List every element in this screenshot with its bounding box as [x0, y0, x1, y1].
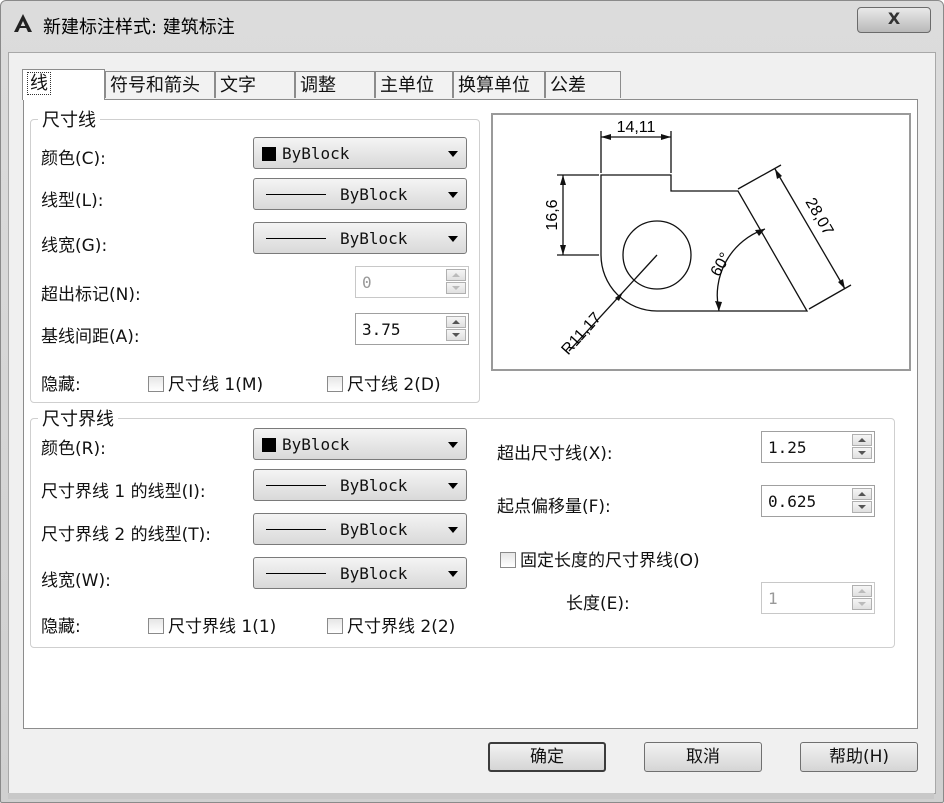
- chevron-down-icon: [448, 483, 458, 489]
- preview-shape-outline: [600, 174, 809, 312]
- suppress-ext-line-1-checkbox[interactable]: 尺寸界线 1(1): [148, 612, 276, 637]
- tab-tolerances[interactable]: 公差: [545, 71, 621, 98]
- line-sample: [266, 238, 326, 239]
- preview-pane: 14,11 16,6 28,07 60° R11,17: [491, 113, 911, 371]
- ext-line-group-title: 尺寸界线: [38, 405, 118, 431]
- ext-line-2-linetype-select[interactable]: ByBlock: [253, 513, 467, 545]
- chevron-down-icon: [448, 442, 458, 448]
- ext-line-lineweight-select[interactable]: ByBlock: [253, 557, 467, 589]
- bottom-edge: [8, 793, 934, 799]
- spin-down-icon[interactable]: [446, 282, 466, 294]
- spin-up-icon[interactable]: [852, 434, 872, 446]
- help-button[interactable]: 帮助(H): [800, 742, 918, 772]
- preview-dim-top-text: 14,11: [617, 119, 656, 136]
- spin-down-icon[interactable]: [852, 447, 872, 459]
- spin-down-icon[interactable]: [852, 598, 872, 610]
- fixed-length-ext-lines-checkbox[interactable]: 固定长度的尺寸界线(O): [500, 546, 700, 571]
- ext-line-color-label: 颜色(R):: [41, 439, 106, 459]
- tab-alternate-units[interactable]: 换算单位: [453, 71, 545, 98]
- origin-offset-label: 起点偏移量(F):: [497, 497, 611, 517]
- spin-down-icon[interactable]: [852, 501, 872, 513]
- extend-beyond-dim-stepper[interactable]: 1.25: [761, 431, 875, 463]
- checkbox-icon: [148, 618, 164, 634]
- chevron-down-icon: [448, 571, 458, 577]
- close-button[interactable]: X: [857, 7, 931, 33]
- preview-dim-left-text: 16,6: [544, 199, 561, 230]
- fixed-length-label: 长度(E):: [566, 594, 630, 614]
- title-bar: 新建标注样式: 建筑标注 X: [1, 1, 943, 49]
- dim-line-linetype-label: 线型(L):: [41, 191, 104, 211]
- checkbox-icon: [327, 618, 343, 634]
- line-sample: [266, 194, 326, 195]
- dim-line-group-title: 尺寸线: [38, 106, 100, 132]
- spin-up-icon[interactable]: [852, 585, 872, 597]
- line-sample: [266, 573, 326, 574]
- ok-button[interactable]: 确定: [488, 742, 606, 772]
- dim-line-linetype-select[interactable]: ByBlock: [253, 178, 467, 210]
- spin-up-icon[interactable]: [446, 269, 466, 281]
- color-swatch: [262, 147, 276, 161]
- suppress-ext-line-2-checkbox[interactable]: 尺寸界线 2(2): [327, 612, 455, 637]
- tab-text[interactable]: 文字: [215, 71, 295, 98]
- color-swatch: [262, 438, 276, 452]
- suppress-dim-line-1-checkbox[interactable]: 尺寸线 1(M): [148, 370, 263, 395]
- extend-beyond-dim-label: 超出尺寸线(X):: [497, 444, 613, 464]
- chevron-down-icon: [448, 151, 458, 157]
- preview-drawing: 14,11 16,6 28,07 60° R11,17: [544, 119, 852, 358]
- tab-primary-units[interactable]: 主单位: [375, 71, 453, 98]
- ext-line-2-linetype-label: 尺寸界线 2 的线型(T):: [41, 525, 211, 545]
- ext-line-suppress-label: 隐藏:: [41, 617, 81, 637]
- baseline-spacing-label: 基线间距(A):: [41, 327, 140, 347]
- tab-fit[interactable]: 调整: [295, 71, 375, 98]
- ext-line-1-linetype-select[interactable]: ByBlock: [253, 469, 467, 501]
- dim-line-lineweight-label: 线宽(G):: [41, 236, 108, 256]
- window-title: 新建标注样式: 建筑标注: [43, 17, 235, 38]
- extend-ticks-stepper[interactable]: 0: [355, 266, 469, 298]
- preview-dim-slant-text: 28,07: [802, 195, 837, 238]
- line-sample: [266, 529, 326, 530]
- spin-up-icon[interactable]: [852, 488, 872, 500]
- fixed-length-stepper[interactable]: 1: [761, 582, 875, 614]
- chevron-down-icon: [448, 192, 458, 198]
- ext-line-lineweight-label: 线宽(W):: [41, 571, 111, 591]
- dim-line-suppress-label: 隐藏:: [41, 375, 81, 395]
- autocad-logo-icon: [14, 14, 32, 32]
- origin-offset-stepper[interactable]: 0.625: [761, 485, 875, 517]
- suppress-dim-line-2-checkbox[interactable]: 尺寸线 2(D): [327, 370, 441, 395]
- cancel-button[interactable]: 取消: [644, 742, 762, 772]
- line-sample: [266, 485, 326, 486]
- tab-symbols-arrows[interactable]: 符号和箭头: [105, 71, 215, 98]
- chevron-down-icon: [448, 236, 458, 242]
- preview-ext-line: [737, 164, 782, 190]
- dim-line-color-label: 颜色(C):: [41, 149, 106, 169]
- checkbox-icon: [148, 376, 164, 392]
- ext-line-1-linetype-label: 尺寸界线 1 的线型(I):: [41, 482, 206, 502]
- dim-line-color-select[interactable]: ByBlock: [253, 137, 467, 169]
- spin-down-icon[interactable]: [446, 329, 466, 341]
- checkbox-icon: [500, 552, 516, 568]
- chevron-down-icon: [448, 527, 458, 533]
- preview-radius-text: R11,17: [558, 309, 604, 358]
- ext-line-color-select[interactable]: ByBlock: [253, 428, 467, 460]
- spin-up-icon[interactable]: [446, 316, 466, 328]
- tab-lines[interactable]: 线: [22, 69, 105, 100]
- dim-line-lineweight-select[interactable]: ByBlock: [253, 222, 467, 254]
- baseline-spacing-stepper[interactable]: 3.75: [355, 313, 469, 345]
- extend-ticks-label: 超出标记(N):: [41, 285, 141, 305]
- checkbox-icon: [327, 376, 343, 392]
